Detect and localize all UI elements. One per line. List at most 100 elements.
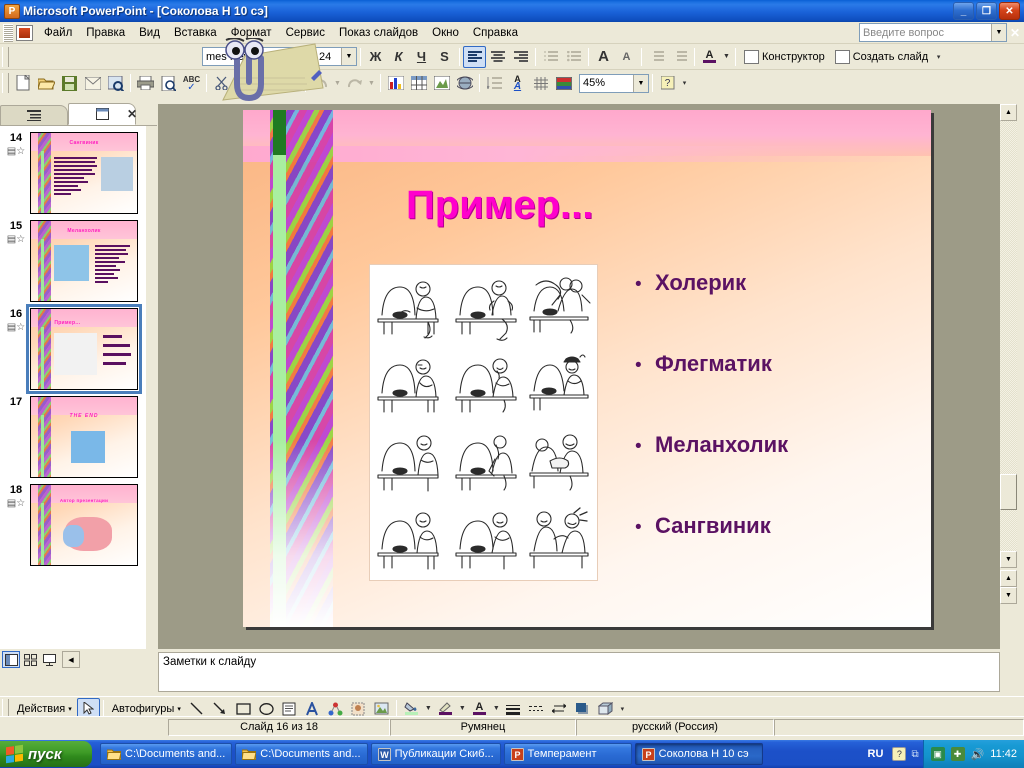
taskbar-item[interactable]: C:\Documents and... (235, 743, 368, 765)
previous-slide-button[interactable]: ▲ (1000, 570, 1017, 587)
slide-pane-scrollbar[interactable]: ▲ ▼ ▲ ▼ (1000, 104, 1017, 649)
bullets-button[interactable] (562, 46, 585, 68)
shadow-button[interactable]: S (433, 46, 456, 68)
redo-button[interactable] (343, 72, 366, 94)
menu-grip[interactable] (3, 23, 13, 42)
color-grayscale-button[interactable] (552, 72, 575, 94)
chevron-down-icon[interactable]: ▼ (633, 74, 648, 92)
bold-button[interactable]: Ж (364, 46, 387, 68)
scrollbar-thumb[interactable] (1000, 474, 1017, 510)
copy-button[interactable] (233, 72, 256, 94)
toolbar-grip[interactable] (2, 73, 9, 93)
toolbar-grip[interactable] (2, 46, 9, 67)
menu-view[interactable]: Вид (132, 24, 167, 42)
current-slide[interactable]: Пример... • Холерик • Флегматик • Меланх… (243, 110, 931, 627)
menu-file[interactable]: Файл (37, 24, 79, 42)
help-icon[interactable]: ? (892, 747, 907, 761)
increase-indent-button[interactable] (668, 46, 691, 68)
print-preview-button[interactable] (157, 72, 180, 94)
align-left-button[interactable] (463, 45, 486, 68)
draw-actions-button[interactable]: Действия ▾ (12, 701, 77, 717)
slide-thumbnail[interactable]: Сангвиник (30, 132, 138, 214)
close-icon[interactable]: ✕ (1010, 26, 1020, 40)
tab-outline[interactable] (0, 105, 68, 125)
hyperlink-button[interactable] (453, 72, 476, 94)
font-size-combo[interactable]: 24 ▼ (315, 47, 357, 66)
menu-tools[interactable]: Сервис (279, 24, 332, 42)
chevron-down-icon[interactable]: ▼ (296, 48, 311, 65)
paste-button[interactable] (256, 72, 279, 94)
media-icon[interactable]: ▣ (930, 747, 945, 761)
slide-thumbnail-list[interactable]: 14 ▤☆ Сангвиник 15 ▤☆ Меланхолик 16 ▤☆ П… (0, 126, 145, 649)
minimize-button[interactable]: _ (953, 2, 974, 20)
thumbnail-item[interactable]: 14 ▤☆ Сангвиник (0, 126, 145, 214)
ask-a-question-box[interactable]: Введите вопрос ▼ (858, 23, 1007, 42)
slide-thumbnail[interactable]: Меланхолик (30, 220, 138, 302)
undo-dropdown[interactable]: ▼ (332, 72, 343, 94)
thumbnail-item[interactable]: 18 ▤☆ Автор презентации (0, 478, 145, 566)
help-button[interactable]: ? (656, 72, 679, 94)
menu-window[interactable]: Окно (425, 24, 466, 42)
expand-all-button[interactable] (483, 72, 506, 94)
slide-thumbnail[interactable]: Автор презентации (30, 484, 138, 566)
thumbnail-item[interactable]: 15 ▤☆ Меланхолик (0, 214, 145, 302)
grid-button[interactable] (529, 72, 552, 94)
underline-button[interactable]: Ч (410, 46, 433, 68)
design-button[interactable]: Конструктор (739, 48, 830, 66)
taskbar-item[interactable]: W Публикации Скиб... (370, 743, 501, 765)
align-right-button[interactable] (509, 46, 532, 68)
menu-edit[interactable]: Правка (79, 24, 132, 42)
new-slide-button[interactable]: Создать слайд (830, 48, 933, 66)
taskbar-item[interactable]: P Темперамент (503, 743, 632, 765)
chevron-down-icon[interactable]: ▼ (990, 24, 1006, 41)
slide-bullet-list[interactable]: • Холерик • Флегматик • Меланхолик • Сан… (635, 270, 915, 594)
font-color-dropdown[interactable]: ▼ (721, 46, 732, 68)
menu-slideshow[interactable]: Показ слайдов (332, 24, 425, 42)
formatting-toolbar-overflow[interactable]: ▾ (933, 46, 944, 68)
restore-button[interactable]: ❐ (976, 2, 997, 20)
insert-table-button[interactable] (407, 72, 430, 94)
decrease-indent-button[interactable] (645, 46, 668, 68)
search-button[interactable] (104, 72, 127, 94)
align-center-button[interactable] (486, 46, 509, 68)
open-button[interactable] (35, 72, 58, 94)
clock[interactable]: 11:42 (990, 748, 1017, 760)
chevron-down-icon[interactable]: ▼ (341, 48, 356, 65)
grow-font-button[interactable]: A (592, 46, 615, 68)
spelling-button[interactable]: ABC ✓ (180, 72, 203, 94)
scroll-up-button[interactable]: ▲ (1000, 104, 1017, 121)
font-color-button[interactable]: A (698, 46, 721, 68)
show-desktop-icon[interactable]: ⧉ (911, 749, 918, 760)
insert-chart-button[interactable] (384, 72, 407, 94)
scroll-down-button[interactable]: ▼ (1000, 551, 1017, 568)
notes-pane-grip[interactable] (150, 652, 157, 692)
format-painter-button[interactable] (279, 72, 302, 94)
menu-insert[interactable]: Вставка (167, 24, 224, 42)
slide-title[interactable]: Пример... (406, 183, 593, 228)
thumbnail-item[interactable]: 17 THE END (0, 390, 145, 478)
taskbar-item-active[interactable]: P Соколова Н 10 сэ (634, 743, 763, 765)
tab-slides[interactable] (68, 103, 136, 125)
shrink-font-button[interactable]: A (615, 46, 638, 68)
slide-picture[interactable] (369, 264, 598, 581)
mail-button[interactable] (81, 72, 104, 94)
slide-sorter-button[interactable] (21, 651, 39, 668)
slide-show-button[interactable] (40, 651, 58, 668)
show-formatting-button[interactable]: A A (506, 72, 529, 94)
new-button[interactable] (12, 72, 35, 94)
menu-format[interactable]: Формат (224, 24, 279, 42)
slide-thumbnail[interactable]: THE END (30, 396, 138, 478)
taskbar-item[interactable]: C:\Documents and... (100, 743, 233, 765)
numbering-button[interactable] (539, 46, 562, 68)
print-button[interactable] (134, 72, 157, 94)
slide-thumbnail[interactable]: Пример... (26, 304, 142, 394)
normal-view-button[interactable] (2, 651, 20, 668)
font-name-combo[interactable]: mes New Roman ▼ (202, 47, 312, 66)
network-icon[interactable]: ✚ (950, 747, 965, 761)
italic-button[interactable]: К (387, 46, 410, 68)
standard-toolbar-overflow[interactable]: ▾ (679, 72, 690, 94)
autoshapes-button[interactable]: Автофигуры ▾ (107, 701, 186, 717)
next-slide-button[interactable]: ▼ (1000, 587, 1017, 604)
undo-button[interactable] (309, 72, 332, 94)
save-button[interactable] (58, 72, 81, 94)
